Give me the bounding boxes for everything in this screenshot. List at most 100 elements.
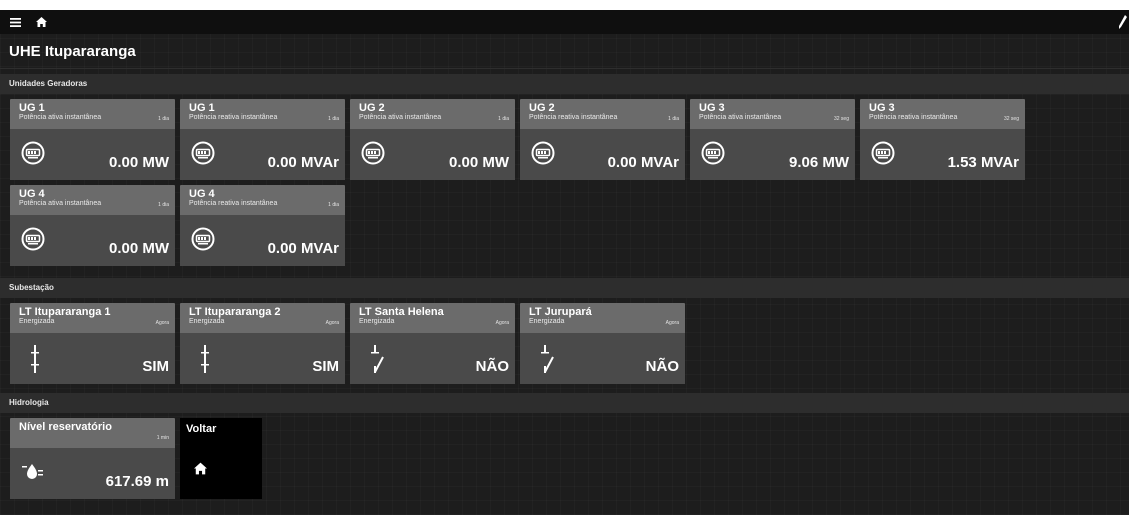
tile-body: 0.00 MW [10,215,175,266]
tile-title: LT Jurupará [529,306,592,318]
tile-title: UG 4 [19,188,45,200]
ug-tile[interactable]: UG 3 Potência reativa instantânea 32 seg 1.… [860,99,1025,180]
tile-body: 0.00 MVAr [520,129,685,180]
tile-value: 0.00 MVAr [607,154,679,171]
tile-title: UG 2 [529,102,555,114]
section-title: Subestação [9,283,54,292]
section-header-subestacao: Subestação [0,278,1129,298]
tile-value: NÃO [475,358,509,375]
tile-subtitle: Potência reativa instantânea [869,114,958,121]
tile-title: LT Itupararanga 2 [189,306,281,318]
tile-body: 9.06 MW [690,129,855,180]
tile-header: LT Santa Helena Energizada Agora [350,303,515,333]
ug-tile[interactable]: UG 2 Potência ativa instantânea 1 dia 0.00 … [350,99,515,180]
tile-title: LT Santa Helena [359,306,444,318]
tile-subtitle: Potência reativa instantânea [189,200,278,207]
tile-body: 0.00 MW [350,129,515,180]
tile-header: UG 2 Potência ativa instantânea 1 dia [350,99,515,129]
tile-body [180,448,262,499]
tile-timestamp: 1 dia [158,116,169,122]
tile-timestamp: 1 dia [328,116,339,122]
ug-tile[interactable]: UG 1 Potência reativa instantânea 1 dia 0.0… [180,99,345,180]
meter-icon [871,141,895,170]
tile-subtitle: Energizada [189,318,225,325]
tile-body: SIM [10,333,175,384]
tile-subtitle: Energizada [529,318,565,325]
meter-icon [21,227,45,256]
tile-header: LT Itupararanga 1 Energizada Agora [10,303,175,333]
meter-icon [701,141,725,170]
tile-value: NÃO [645,358,679,375]
meter-icon [191,227,215,256]
tile-title: UG 1 [189,102,215,114]
section-header-hidrologia: Hidrologia [0,393,1129,413]
tile-title: Voltar [186,423,217,435]
tile-title: UG 3 [869,102,895,114]
lt-tile[interactable]: LT Santa Helena Energizada Agora NÃO [350,303,515,384]
tile-timestamp: 1 dia [668,116,679,122]
tile-value: SIM [142,358,169,375]
tile-body: 0.00 MW [10,129,175,180]
tile-header: UG 3 Potência reativa instantânea 32 seg [860,99,1025,129]
back-button[interactable]: Voltar [180,418,262,499]
tile-body: SIM [180,333,345,384]
tile-title: UG 2 [359,102,385,114]
tile-header: UG 4 Potência ativa instantânea 1 dia [10,185,175,215]
lt-tile[interactable]: LT Itupararanga 1 Energizada Agora SIM [10,303,175,384]
tile-header: UG 1 Potência reativa instantânea 1 dia [180,99,345,129]
tile-subtitle: Potência reativa instantânea [189,114,278,121]
ug-tile[interactable]: UG 4 Potência reativa instantânea 1 dia 0.0… [180,185,345,266]
ug-tile[interactable]: UG 4 Potência ativa instantânea 1 dia 0.00 … [10,185,175,266]
tile-header: LT Itupararanga 2 Energizada Agora [180,303,345,333]
tile-header: UG 2 Potência reativa instantânea 1 dia [520,99,685,129]
tile-subtitle: Energizada [359,318,395,325]
tile-header: UG 3 Potência ativa instantânea 32 seg [690,99,855,129]
tile-timestamp: Agora [155,320,169,326]
tile-timestamp: 32 seg [833,116,849,122]
tile-title: UG 4 [189,188,215,200]
ug-tile[interactable]: UG 2 Potência reativa instantânea 1 dia 0.0… [520,99,685,180]
tile-timestamp: 1 min [156,435,169,441]
ug-tile[interactable]: UG 1 Potência ativa instantânea 1 dia 0.00 … [10,99,175,180]
tile-subtitle: Energizada [19,318,55,325]
tile-timestamp: 1 dia [158,202,169,208]
tile-body: NÃO [350,333,515,384]
tile-value: 0.00 MW [108,154,169,171]
meter-icon [21,141,45,170]
tile-body: 0.00 MVAr [180,129,345,180]
switch-closed-icon [200,345,210,378]
water-level-icon [22,462,44,485]
dashboard-app: UHE Itupararanga Unidades Geradoras UG 1… [0,10,1129,515]
tile-timestamp: Agora [665,320,679,326]
tile-subtitle: Potência ativa instantânea [19,114,102,121]
switch-open-icon [370,345,386,378]
tile-timestamp: 1 dia [328,202,339,208]
tile-nivel-reservatorio[interactable]: Nível reservatório 1 min 617.69 m [10,418,175,499]
tile-value: 9.06 MW [788,154,849,171]
pencil-icon[interactable] [1119,15,1127,34]
tile-title: UG 1 [19,102,45,114]
tile-value: 0.00 MW [448,154,509,171]
tile-value: 617.69 m [105,473,169,490]
ug-tile[interactable]: UG 3 Potência ativa instantânea 32 seg 9.06… [690,99,855,180]
meter-icon [531,141,555,170]
tile-title: LT Itupararanga 1 [19,306,111,318]
tile-timestamp: Agora [325,320,339,326]
lt-tile[interactable]: LT Itupararanga 2 Energizada Agora SIM [180,303,345,384]
tile-body: 617.69 m [10,448,175,499]
tile-subtitle: Potência ativa instantânea [359,114,442,121]
home-icon[interactable] [34,15,48,29]
tile-body: 1.53 MVAr [860,129,1025,180]
meter-icon [361,141,385,170]
section-title: Hidrologia [9,398,49,407]
menu-icon[interactable] [8,15,22,29]
tile-body: 0.00 MVAr [180,215,345,266]
tile-timestamp: Agora [495,320,509,326]
section-header-geradoras: Unidades Geradoras [0,74,1129,94]
home-icon [194,462,207,480]
tile-header: Nível reservatório 1 min [10,418,175,448]
lt-tile[interactable]: LT Jurupará Energizada Agora NÃO [520,303,685,384]
tile-header: LT Jurupará Energizada Agora [520,303,685,333]
section-title: Unidades Geradoras [9,79,88,88]
tile-title: UG 3 [699,102,725,114]
